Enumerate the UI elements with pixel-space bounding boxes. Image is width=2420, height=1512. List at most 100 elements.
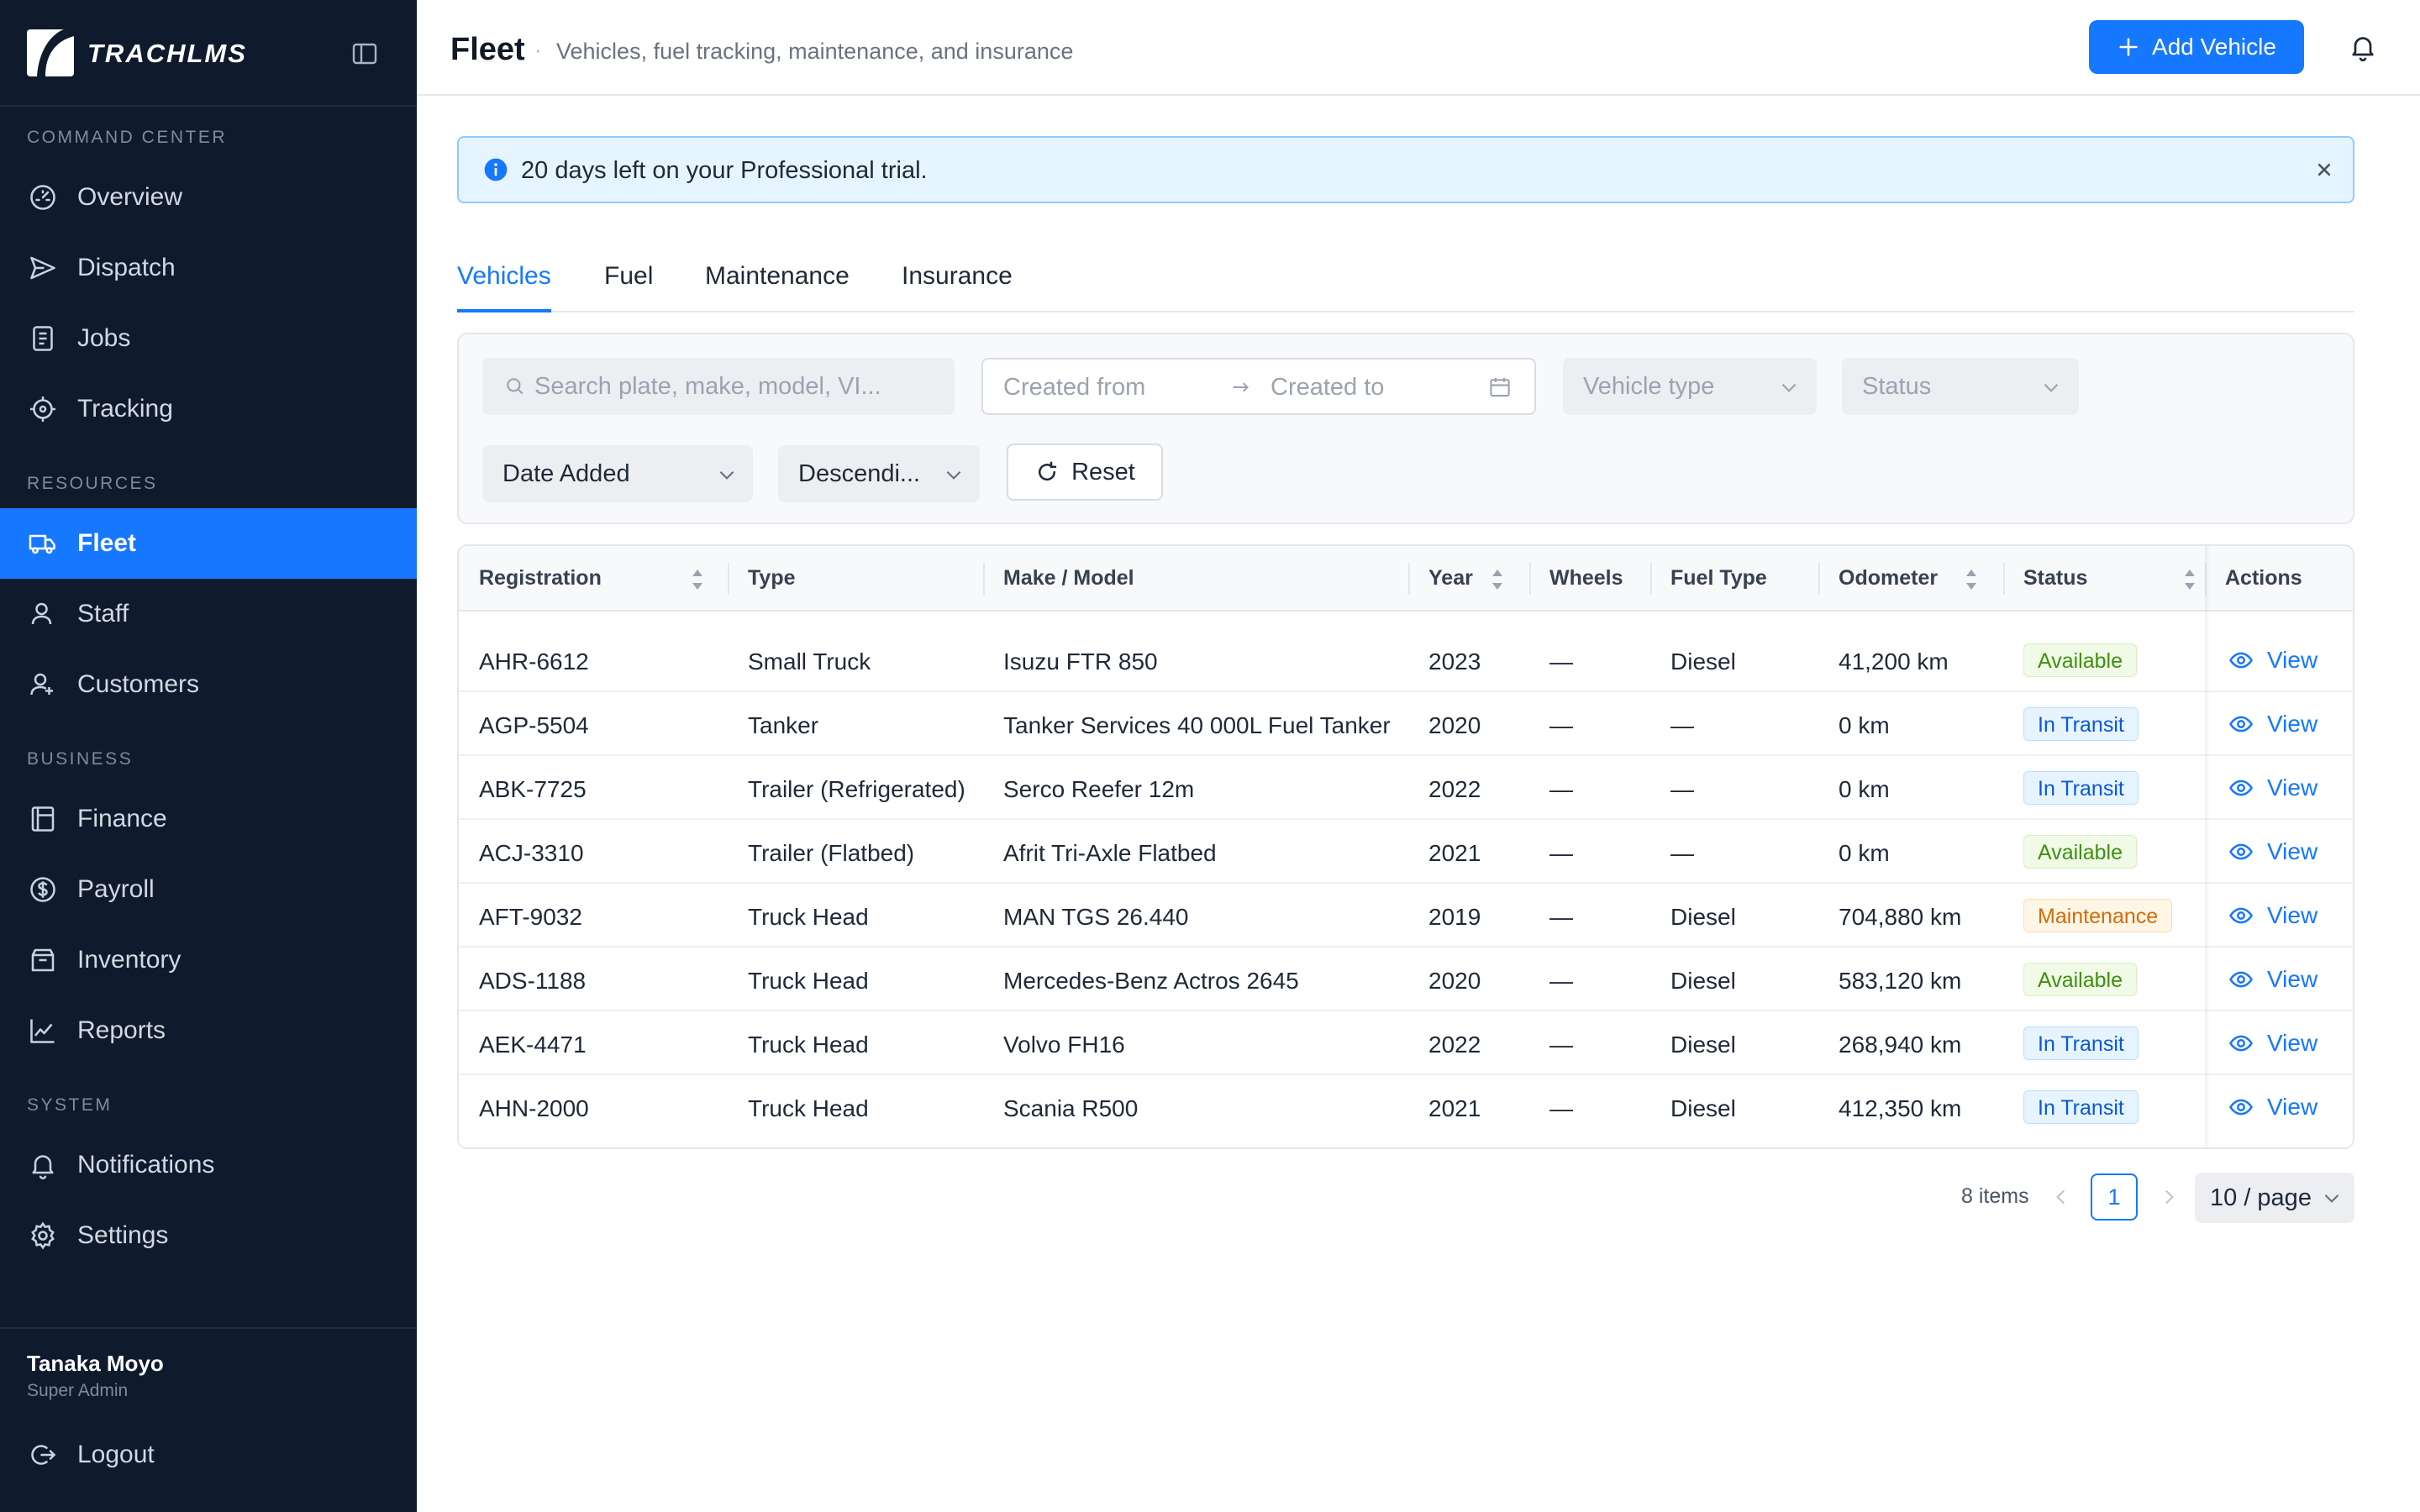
col-registration[interactable]: Registration [479, 566, 602, 591]
date-to-input[interactable]: Created to [1270, 374, 1384, 402]
col-status[interactable]: Status [2023, 566, 2087, 591]
app-logo-text: TRACHLMS [87, 39, 247, 68]
reset-button[interactable]: Reset [1007, 444, 1163, 501]
sidebar-item-label: Tracking [77, 395, 173, 423]
logout-button[interactable]: Logout [0, 1420, 417, 1490]
cell-odometer: 412,350 km [1839, 1095, 1962, 1121]
sidebar-item-label: Finance [77, 805, 167, 832]
cell-fuel-type: Diesel [1670, 1095, 1736, 1121]
sidebar-item-payroll[interactable]: Payroll [0, 854, 417, 925]
sidebar-footer: Tanaka Moyo Super Admin Logout [0, 1327, 417, 1512]
chevron-right-icon[interactable] [2158, 1184, 2180, 1210]
sort-order-select[interactable]: Descendi... [778, 445, 980, 502]
sidebar-item-label: Jobs [77, 324, 131, 352]
view-button[interactable]: View [2228, 647, 2317, 674]
sidebar-toggle-icon[interactable] [351, 40, 378, 67]
sidebar-item-notifications[interactable]: Notifications [0, 1130, 417, 1200]
sidebar-item-dispatch[interactable]: Dispatch [0, 233, 417, 303]
sort-icon[interactable] [689, 566, 706, 593]
view-button[interactable]: View [2228, 1094, 2317, 1121]
sidebar-item-label: Overview [77, 183, 183, 211]
col-year[interactable]: Year [1428, 566, 1473, 591]
chevron-left-icon[interactable] [2050, 1184, 2072, 1210]
cell-year: 2019 [1428, 904, 1481, 930]
view-button[interactable]: View [2228, 966, 2317, 993]
cell-fuel-type: Diesel [1670, 904, 1736, 930]
cell-fuel-type: Diesel [1670, 968, 1736, 994]
eye-icon [2229, 652, 2253, 669]
date-from-input[interactable]: Created from [1003, 374, 1145, 402]
cell-make-model: Afrit Tri-Axle Flatbed [1003, 840, 1217, 866]
status-badge: Available [2023, 963, 2138, 996]
vehicle-type-select[interactable]: Vehicle type [1563, 358, 1817, 415]
reset-icon [1039, 461, 1057, 481]
sort-icon[interactable] [1489, 566, 1506, 593]
sidebar-item-reports[interactable]: Reports [0, 995, 417, 1066]
notifications-bell-icon[interactable] [2348, 32, 2378, 62]
cell-wheels: — [1549, 968, 1573, 994]
cell-type: Truck Head [748, 1095, 869, 1121]
view-label: View [2267, 1030, 2318, 1056]
col-fuel-type: Fuel Type [1670, 566, 1767, 590]
tab-insurance[interactable]: Insurance [902, 262, 1013, 291]
cell-odometer: 583,120 km [1839, 968, 1962, 994]
fixed-column-shadow [2205, 546, 2210, 1147]
cell-year: 2023 [1428, 648, 1481, 675]
sidebar-item-customers[interactable]: Customers [0, 649, 417, 720]
col-actions: Actions [2225, 566, 2302, 590]
logout-icon [27, 1439, 59, 1471]
date-range-picker[interactable]: Created from Created to [981, 358, 1536, 415]
status-select[interactable]: Status [1842, 358, 2079, 415]
sidebar-item-finance[interactable]: Finance [0, 784, 417, 854]
sidebar-item-tracking[interactable]: Tracking [0, 374, 417, 444]
close-icon[interactable] [2312, 158, 2336, 181]
column-divider [728, 563, 729, 595]
sort-icon[interactable] [1963, 566, 1980, 593]
cell-wheels: — [1549, 648, 1573, 675]
sidebar-item-inventory[interactable]: Inventory [0, 925, 417, 995]
pagination-page-1[interactable]: 1 [2091, 1173, 2138, 1221]
tab-fuel[interactable]: Fuel [604, 262, 653, 291]
sort-field-select[interactable]: Date Added [482, 445, 753, 502]
sort-field-value: Date Added [502, 459, 630, 487]
filter-panel: Search plate, make, model, VI... Created… [457, 333, 2354, 524]
cell-registration: AFT-9032 [479, 904, 582, 930]
view-button[interactable]: View [2228, 711, 2317, 738]
cell-odometer: 0 km [1839, 840, 1890, 866]
view-label: View [2267, 647, 2318, 673]
cell-fuel-type: — [1670, 776, 1694, 802]
table-row: AFT-9032 Truck Head MAN TGS 26.440 2019 — Die… [459, 884, 2353, 948]
sidebar-item-fleet[interactable]: Fleet [0, 508, 417, 579]
col-wheels: Wheels [1549, 566, 1623, 590]
tab-vehicles[interactable]: Vehicles [457, 262, 551, 291]
page-title: Fleet [450, 32, 525, 67]
cell-odometer: 268,940 km [1839, 1032, 1962, 1058]
eye-icon [2229, 843, 2253, 860]
sidebar-item-label: Payroll [77, 875, 155, 903]
cell-wheels: — [1549, 1095, 1573, 1121]
search-input[interactable]: Search plate, make, model, VI... [482, 358, 955, 415]
view-button[interactable]: View [2228, 1030, 2317, 1057]
col-type: Type [748, 566, 796, 590]
tab-maintenance[interactable]: Maintenance [705, 262, 850, 291]
cell-type: Trailer (Refrigerated) [748, 776, 965, 802]
trial-banner-text: 20 days left on your Professional trial. [521, 157, 928, 184]
view-button[interactable]: View [2228, 838, 2317, 865]
sidebar-item-jobs[interactable]: Jobs [0, 303, 417, 374]
eye-icon [2229, 907, 2253, 924]
col-odometer[interactable]: Odometer [1839, 566, 1938, 591]
cell-wheels: — [1549, 1032, 1573, 1058]
sort-icon[interactable] [2181, 566, 2198, 593]
sidebar-item-overview[interactable]: Overview [0, 162, 417, 233]
add-vehicle-button[interactable]: Add Vehicle [2089, 20, 2304, 74]
cell-year: 2021 [1428, 840, 1481, 866]
cell-fuel-type: — [1670, 712, 1694, 738]
view-button[interactable]: View [2228, 902, 2317, 929]
sidebar-item-settings[interactable]: Settings [0, 1200, 417, 1271]
view-button[interactable]: View [2228, 774, 2317, 801]
sidebar-item-staff[interactable]: Staff [0, 579, 417, 649]
logo-mark-icon [27, 29, 74, 76]
page-size-select[interactable]: 10 / page [2195, 1173, 2354, 1223]
section-resources: RESOURCES [27, 474, 158, 493]
cell-make-model: Mercedes-Benz Actros 2645 [1003, 968, 1299, 994]
